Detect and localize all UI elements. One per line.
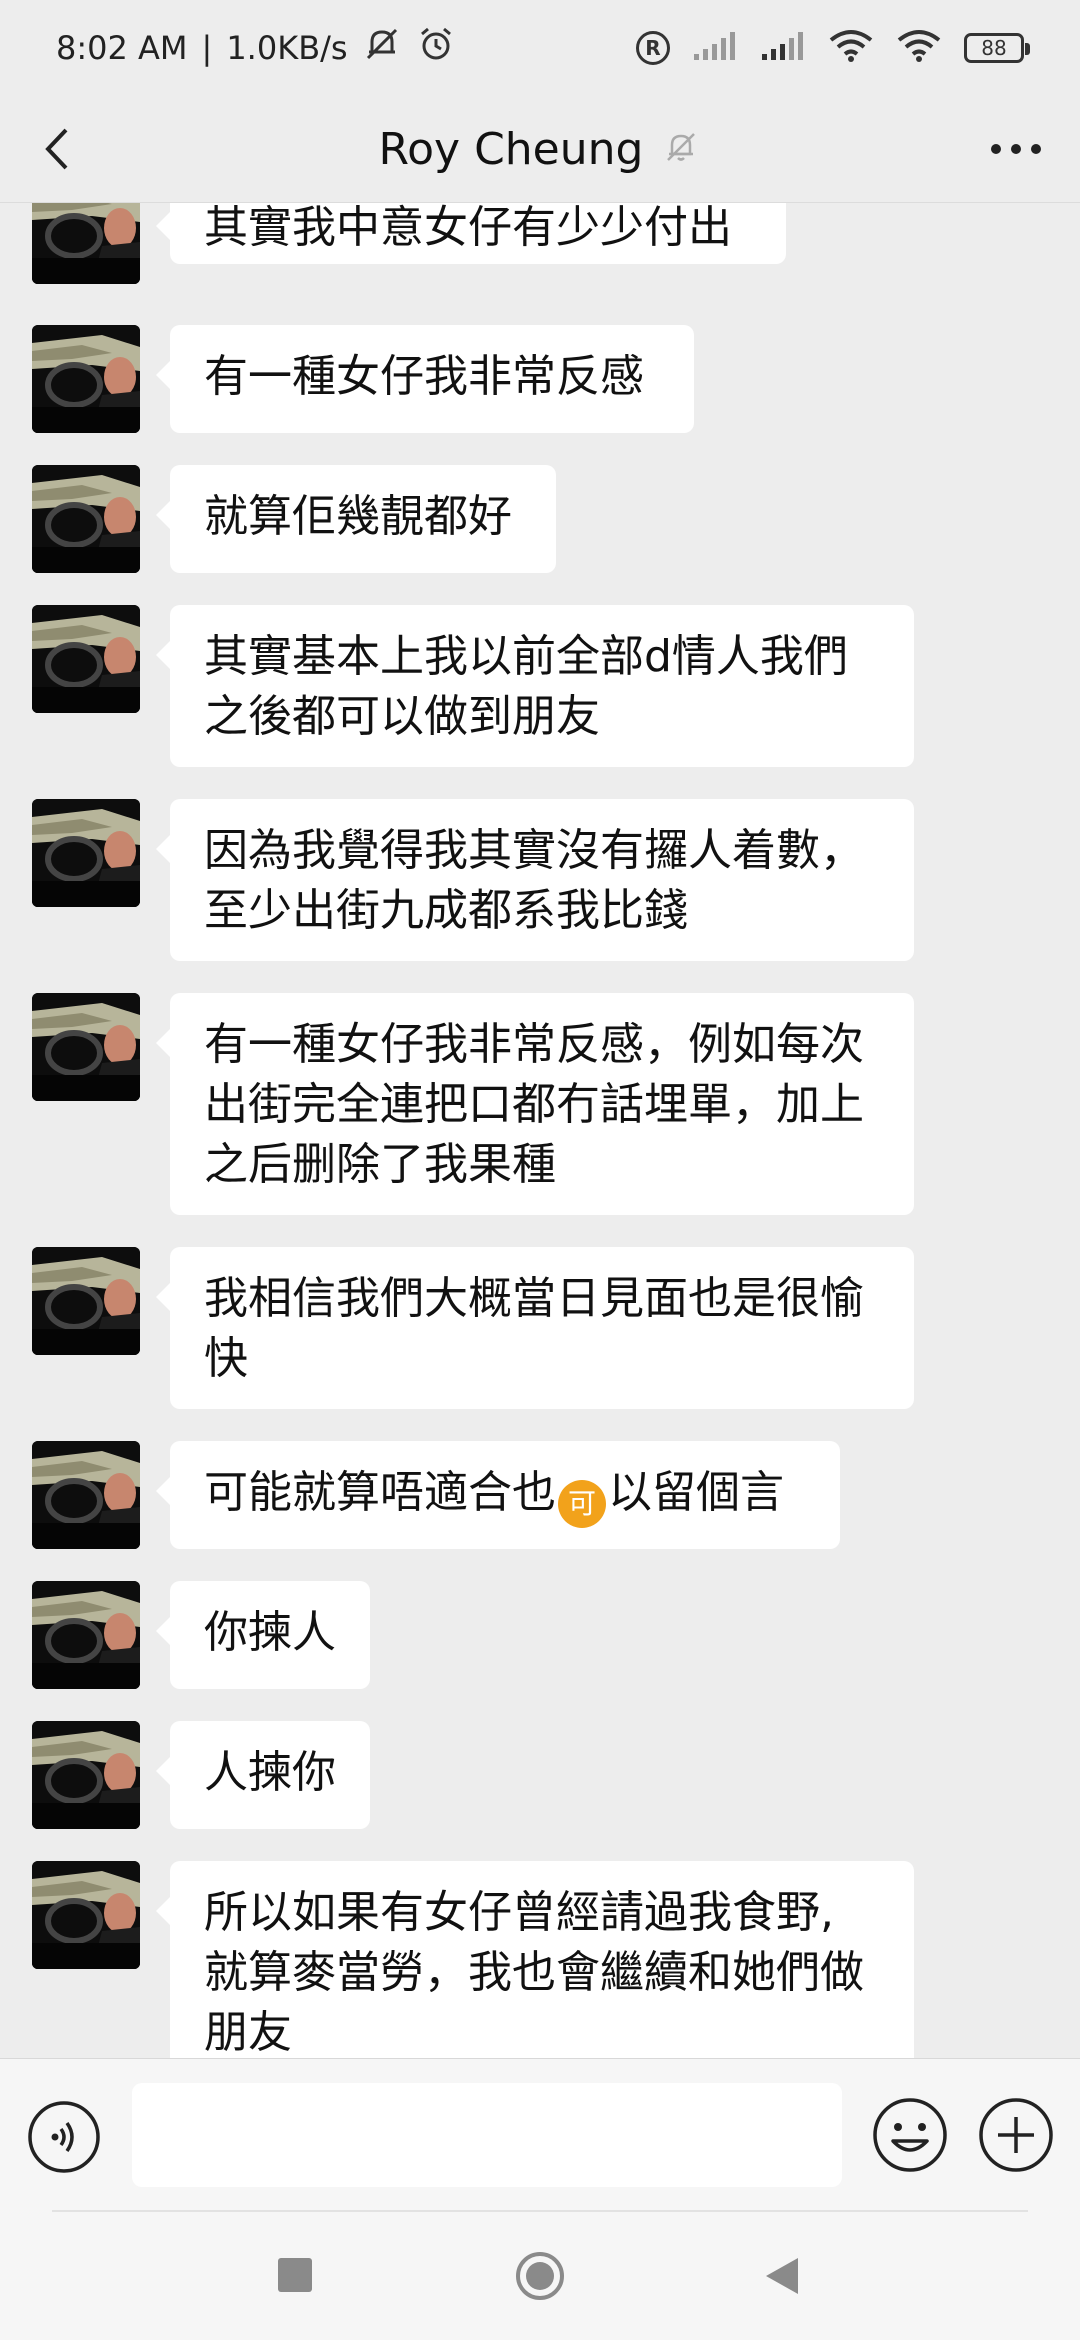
- chat-message: 我相信我們大概當日見面也是很愉 快: [0, 1247, 1080, 1409]
- message-bubble[interactable]: 其實我中意女仔有少少付出: [156, 203, 786, 264]
- avatar-photo: [32, 465, 140, 573]
- status-right: R 88: [636, 22, 1030, 74]
- navigation-bar: [0, 2210, 1080, 2340]
- chat-area[interactable]: 其實我中意女仔有少少付出 有一種女仔我非常反感 就算佢幾靚都好 其實基本上我以前…: [0, 203, 1080, 2058]
- message-bubble[interactable]: 我相信我們大概當日見面也是很愉 快: [156, 1247, 914, 1409]
- avatar[interactable]: [32, 1441, 140, 1549]
- avatar[interactable]: [32, 203, 140, 284]
- avatar-photo: [32, 1247, 140, 1355]
- back-triangle-icon[interactable]: [762, 2254, 802, 2298]
- chat-message: 其實我中意女仔有少少付出: [0, 203, 1080, 284]
- status-left: 8:02 AM | 1.0KB/s: [56, 22, 456, 74]
- avatar-photo: [32, 325, 140, 433]
- avatar-photo: [32, 605, 140, 713]
- home-circle-icon[interactable]: [514, 2250, 566, 2302]
- chat-message: 有一種女仔我非常反感，例如每次 出街完全連把口都冇話埋單，加上 之后删除了我果種: [0, 993, 1080, 1215]
- voice-icon: [26, 2101, 102, 2179]
- signal-icon: [760, 30, 806, 66]
- avatar[interactable]: [32, 993, 140, 1101]
- more-dots-icon-dot: [1011, 144, 1021, 154]
- message-bubble[interactable]: 人揀你: [156, 1721, 370, 1829]
- message-bubble[interactable]: 有一種女仔我非常反感: [156, 325, 694, 433]
- plus-icon: [976, 2098, 1056, 2179]
- avatar-photo: [32, 1721, 140, 1829]
- chat-message: 就算佢幾靚都好: [0, 465, 1080, 573]
- network-speed: 1.0KB/s: [226, 29, 348, 67]
- alarm-icon: [416, 24, 456, 72]
- mute-bell-icon: [661, 127, 701, 171]
- status-time: 8:02 AM: [56, 29, 188, 67]
- message-bubble[interactable]: 其實基本上我以前全部d情人我們 之後都可以做到朋友: [156, 605, 914, 767]
- nav-divider: [52, 2210, 1028, 2212]
- page-title: Roy Cheung: [378, 123, 644, 175]
- status-separator: |: [201, 29, 213, 67]
- back-button[interactable]: [28, 116, 94, 182]
- message-bubble[interactable]: 你揀人: [156, 1581, 370, 1689]
- avatar[interactable]: [32, 605, 140, 713]
- more-dots-icon-dot: [1031, 144, 1041, 154]
- signal-icon: [692, 30, 738, 66]
- message-bubble[interactable]: 因為我覺得我其實沒有攞人着數， 至少出街九成都系我比錢: [156, 799, 914, 961]
- chat-message: 你揀人: [0, 1581, 1080, 1689]
- input-bar: [0, 2058, 1080, 2211]
- message-bubble[interactable]: 就算佢幾靚都好: [156, 465, 556, 573]
- emoji-button[interactable]: [870, 2095, 950, 2175]
- recents-square-icon[interactable]: [278, 2258, 312, 2292]
- more-actions-button[interactable]: [976, 2095, 1056, 2175]
- message-bubble[interactable]: 有一種女仔我非常反感，例如每次 出街完全連把口都冇話埋單，加上 之后删除了我果種: [156, 993, 914, 1215]
- avatar-photo: [32, 203, 140, 284]
- title-wrap: Roy Cheung: [0, 96, 1080, 202]
- avatar-photo: [32, 993, 140, 1101]
- voice-button[interactable]: [26, 2099, 102, 2175]
- avatar[interactable]: [32, 325, 140, 433]
- avatar-photo: [32, 799, 140, 907]
- chat-message: 有一種女仔我非常反感: [0, 325, 1080, 433]
- battery-level: 88: [981, 36, 1007, 60]
- battery-icon: 88: [964, 33, 1030, 63]
- avatar-photo: [32, 1861, 140, 1969]
- avatar[interactable]: [32, 1861, 140, 1969]
- chat-header: Roy Cheung: [0, 96, 1080, 203]
- wifi-icon: [896, 28, 942, 68]
- avatar-photo: [32, 1441, 140, 1549]
- message-bubble[interactable]: 所以如果有女仔曾經請過我食野, 就算麥當勞，我也會繼續和她們做 朋友: [156, 1861, 914, 2058]
- avatar[interactable]: [32, 465, 140, 573]
- chat-message: 人揀你: [0, 1721, 1080, 1829]
- avatar-photo: [32, 1581, 140, 1689]
- avatar[interactable]: [32, 1247, 140, 1355]
- emoji-icon: [870, 2098, 950, 2179]
- bell-muted-icon: [362, 24, 402, 72]
- status-bar: 8:02 AM | 1.0KB/s R 88: [0, 0, 1080, 96]
- message-text: 以留個言: [608, 1467, 784, 1518]
- chat-message: 因為我覺得我其實沒有攞人着數， 至少出街九成都系我比錢: [0, 799, 1080, 961]
- avatar[interactable]: [32, 799, 140, 907]
- message-input[interactable]: [132, 2083, 842, 2187]
- avatar[interactable]: [32, 1581, 140, 1689]
- coin-emoji-icon: 可: [558, 1480, 606, 1528]
- back-arrow-icon: [28, 128, 94, 186]
- more-dots-icon-dot: [991, 144, 1001, 154]
- message-text: 可能就算唔適合也: [204, 1467, 556, 1518]
- registered-icon: R: [636, 31, 670, 65]
- more-options-button[interactable]: [980, 122, 1052, 176]
- wifi-icon: [828, 28, 874, 68]
- chat-message: 可能就算唔適合也可以留個言: [0, 1441, 1080, 1549]
- chat-message: 其實基本上我以前全部d情人我們 之後都可以做到朋友: [0, 605, 1080, 767]
- message-bubble[interactable]: 可能就算唔適合也可以留個言: [156, 1441, 840, 1549]
- chat-message: 所以如果有女仔曾經請過我食野, 就算麥當勞，我也會繼續和她們做 朋友: [0, 1861, 1080, 2058]
- avatar[interactable]: [32, 1721, 140, 1829]
